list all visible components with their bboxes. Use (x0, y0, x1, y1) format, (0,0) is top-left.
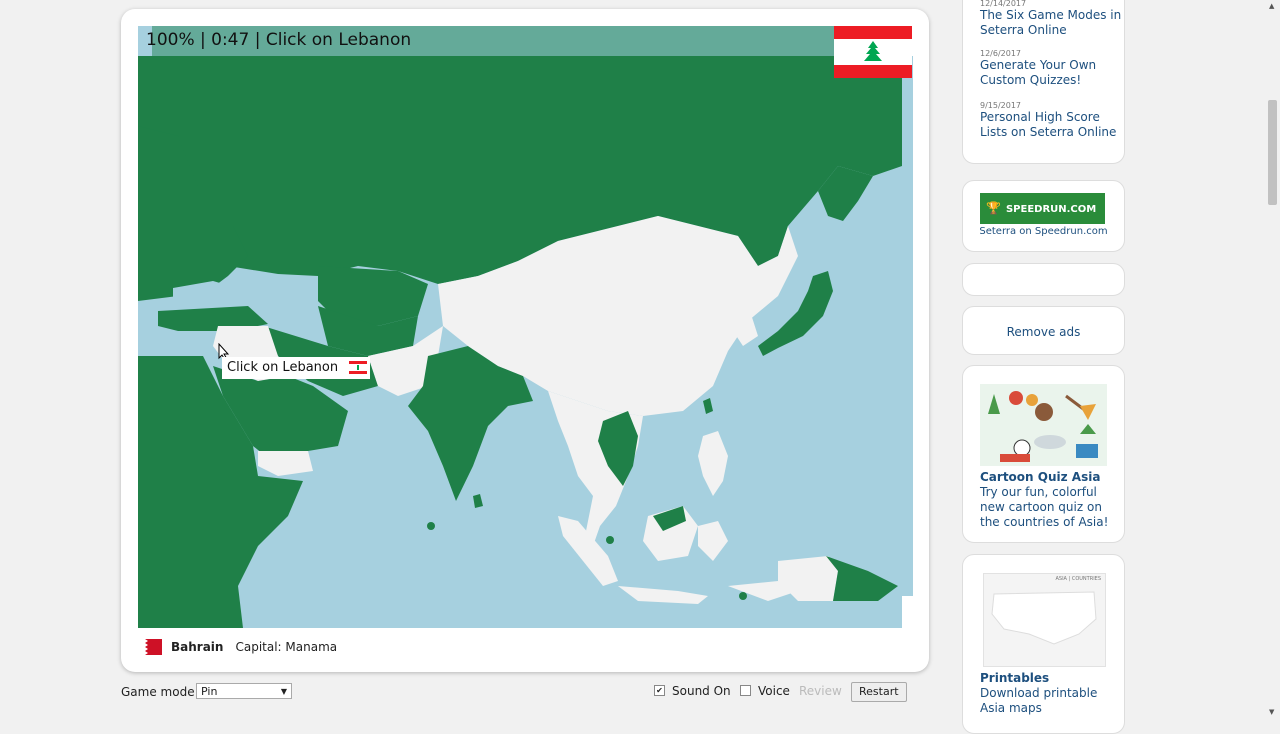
empty-ad-box (962, 263, 1125, 296)
lebanon-mini-flag (349, 361, 368, 374)
last-capital: Capital: Manama (235, 640, 338, 654)
speedrun-logo[interactable]: 🏆 SPEEDRUN.COM (980, 193, 1105, 224)
scroll-thumb[interactable] (1268, 100, 1277, 205)
remove-ads-link[interactable]: Remove ads (963, 325, 1124, 339)
bahrain-flag (138, 639, 162, 655)
game-mode-select[interactable]: Pin ▼ (196, 683, 292, 699)
speedrun-logo-text: SPEEDRUN.COM (1005, 204, 1097, 215)
singapore[interactable] (606, 536, 614, 544)
news-title[interactable]: The Six Game Modes in Seterra Online (980, 8, 1124, 38)
dropdown-arrow-icon: ▼ (280, 687, 287, 696)
target-tooltip: Click on Lebanon (222, 357, 371, 379)
news-title[interactable]: Personal High Score Lists on Seterra Onl… (980, 110, 1124, 140)
sound-label: Sound On (672, 684, 731, 698)
printables-desc: Download printable Asia maps (980, 686, 1098, 715)
restart-button[interactable]: Restart (851, 682, 907, 702)
cartoon-quiz-box[interactable]: Cartoon Quiz Asia Try our fun, colorful … (962, 365, 1125, 543)
speedrun-caption[interactable]: Seterra on Speedrun.com (963, 226, 1124, 237)
cartoon-quiz-image[interactable] (980, 384, 1107, 466)
news-box: 12/14/2017 The Six Game Modes in Seterra… (962, 0, 1125, 164)
scroll-down-icon[interactable]: ▼ (1269, 708, 1274, 716)
tooltip-text: Click on Lebanon (227, 360, 339, 375)
game-mode-value: Pin (201, 685, 218, 698)
printable-map-image[interactable]: ASIA | COUNTRIES (983, 573, 1106, 667)
asia-map[interactable] (138, 26, 902, 628)
scroll-up-icon[interactable]: ▲ (1269, 2, 1274, 10)
last-answer-bar: Bahrain Capital: Manama (138, 637, 337, 657)
quiz-status: 100% | 0:47 | Click on Lebanon (146, 30, 412, 50)
news-item[interactable]: 12/14/2017 The Six Game Modes in Seterra… (963, 0, 1124, 38)
game-mode-label: Game mode: (121, 685, 199, 699)
remove-ads-box[interactable]: Remove ads (962, 306, 1125, 355)
printables-box[interactable]: ASIA | COUNTRIES Printables Download pri… (962, 554, 1125, 734)
news-item[interactable]: 12/6/2017 Generate Your Own Custom Quizz… (963, 49, 1124, 88)
cartoon-quiz-desc: Try our fun, colorful new cartoon quiz o… (980, 485, 1109, 529)
news-title[interactable]: Generate Your Own Custom Quizzes! (980, 58, 1124, 88)
sound-checkbox[interactable]: ✔ (654, 685, 665, 696)
news-date: 12/6/2017 (980, 49, 1022, 58)
lebanon-flag (834, 26, 912, 78)
news-date: 9/15/2017 (980, 101, 1022, 110)
review-link[interactable]: Review (799, 684, 842, 698)
voice-checkbox[interactable] (740, 685, 751, 696)
map-edge (902, 56, 913, 596)
voice-label: Voice (758, 684, 790, 698)
printables-title[interactable]: Printables (980, 671, 1110, 686)
game-controls: Game mode: Pin ▼ ✔ Sound On Voice Review… (121, 682, 907, 702)
east-timor[interactable] (739, 592, 747, 600)
news-item[interactable]: 9/15/2017 Personal High Score Lists on S… (963, 101, 1124, 140)
maldives[interactable] (427, 522, 435, 530)
printables-text[interactable]: Printables Download printable Asia maps (963, 671, 1110, 716)
last-country: Bahrain (171, 640, 224, 654)
speedrun-box[interactable]: 🏆 SPEEDRUN.COM Seterra on Speedrun.com (962, 180, 1125, 252)
page-scrollbar[interactable]: ▲ ▼ (1266, 0, 1280, 720)
news-date: 12/14/2017 (980, 0, 1027, 8)
printable-map-caption: ASIA | COUNTRIES (1055, 576, 1101, 582)
trophy-icon: 🏆 (986, 201, 1001, 215)
cartoon-quiz-title[interactable]: Cartoon Quiz Asia (980, 470, 1110, 485)
cartoon-quiz-text[interactable]: Cartoon Quiz Asia Try our fun, colorful … (963, 470, 1110, 530)
